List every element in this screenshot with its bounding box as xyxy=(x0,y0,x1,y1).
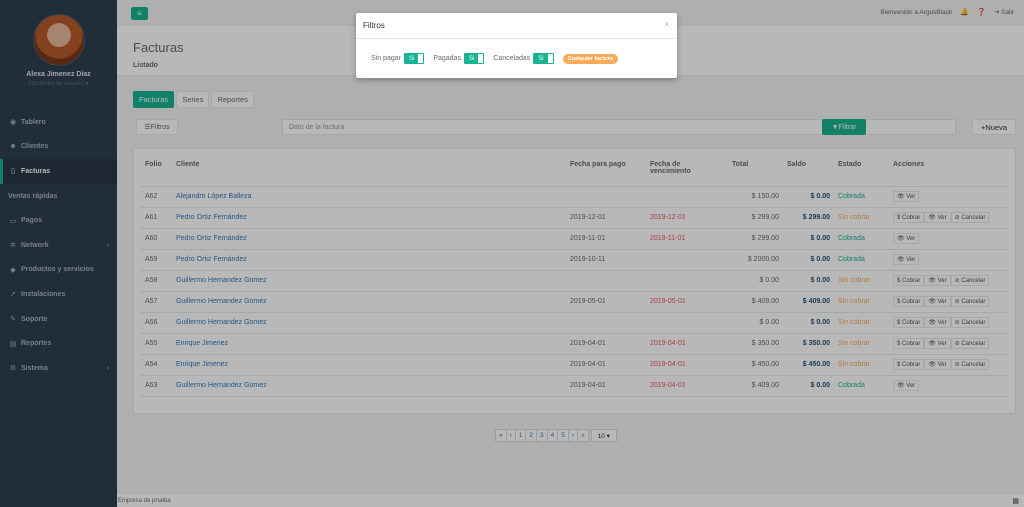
toggle-switch-canceladas[interactable]: Si xyxy=(533,53,554,64)
toggle-pagadas: Pagadas Si xyxy=(433,53,485,64)
toggle-label: Canceladas xyxy=(493,55,531,62)
toggle-value: Si xyxy=(464,54,479,63)
toggle-switch-sin-pagar[interactable]: Si xyxy=(403,53,425,64)
toggle-value: Si xyxy=(534,54,548,63)
toggle-label: Pagadas xyxy=(433,55,461,62)
modal-title: Filtros xyxy=(363,21,385,30)
toggle-sin-pagar: Sin pagar Si xyxy=(371,53,425,64)
filters-modal: Filtros × Sin pagar Si Pagadas Si Cancel… xyxy=(356,13,677,78)
modal-body: Sin pagar Si Pagadas Si Canceladas Si Cu… xyxy=(356,38,677,78)
any-invoice-badge[interactable]: Cualquier factura xyxy=(562,53,618,64)
toggle-value: Si xyxy=(404,54,419,63)
toggle-canceladas: Canceladas Si xyxy=(493,53,554,64)
toggle-label: Sin pagar xyxy=(371,55,401,62)
close-icon[interactable]: × xyxy=(664,20,669,29)
toggle-switch-pagadas[interactable]: Si xyxy=(463,53,485,64)
